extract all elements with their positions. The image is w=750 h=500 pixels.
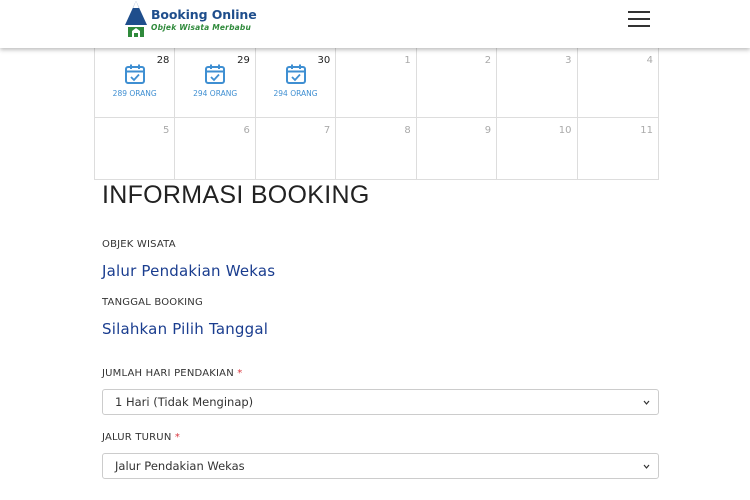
day-number: 7: [323, 125, 331, 136]
day-number: 30: [317, 55, 331, 66]
chevron-down-icon: [643, 400, 650, 405]
calendar-day-30[interactable]: 30 294 ORANG: [256, 48, 337, 117]
day-number: 8: [404, 125, 411, 136]
day-number: 9: [484, 125, 492, 136]
calendar-week-row: 28 289 ORANG 29 294 ORANG 30 294 ORANG 1…: [95, 48, 658, 118]
calendar-day-9: 9: [417, 118, 498, 179]
required-marker: *: [237, 368, 243, 379]
jalur-turun-select[interactable]: Jalur Pendakian Wekas: [102, 453, 659, 479]
jalur-turun-label-text: JALUR TURUN: [102, 432, 172, 443]
logo-title: Booking Online: [151, 7, 257, 22]
calendar-day-2: 2: [417, 48, 498, 117]
booking-calendar: 28 289 ORANG 29 294 ORANG 30 294 ORANG 1…: [94, 48, 659, 180]
quota-count: 294 ORANG: [273, 89, 318, 98]
mountain-logo-icon: [125, 1, 147, 37]
site-logo[interactable]: Booking Online Objek Wisata Merbabu: [124, 0, 257, 40]
objek-wisata-value: Jalur Pendakian Wekas: [102, 262, 276, 280]
site-header: Booking Online Objek Wisata Merbabu: [0, 0, 750, 48]
calendar-check-icon[interactable]: [285, 63, 307, 85]
day-number: 5: [163, 125, 170, 136]
jumlah-hari-select[interactable]: 1 Hari (Tidak Menginap): [102, 389, 659, 415]
day-number: 3: [565, 55, 572, 66]
calendar-day-28[interactable]: 28 289 ORANG: [95, 48, 176, 117]
calendar-check-icon[interactable]: [204, 63, 226, 85]
calendar-day-7: 7: [256, 118, 337, 179]
day-number: 1: [404, 55, 411, 66]
calendar-day-1: 1: [336, 48, 417, 117]
day-number: 2: [484, 55, 492, 66]
calendar-day-11: 11: [578, 118, 658, 179]
jumlah-hari-label-text: JUMLAH HARI PENDAKIAN: [102, 368, 234, 379]
required-marker: *: [174, 432, 181, 443]
logo-subtitle: Objek Wisata Merbabu: [151, 22, 252, 32]
hamburger-menu-icon[interactable]: [628, 11, 650, 29]
quota-count: 289 ORANG: [112, 89, 157, 98]
calendar-day-4: 4: [578, 48, 658, 117]
jalur-turun-selected: Jalur Pendakian Wekas: [115, 459, 245, 473]
tanggal-booking-label: TANGGAL BOOKING: [102, 297, 203, 308]
day-number: 4: [646, 55, 653, 66]
calendar-day-29[interactable]: 29 294 ORANG: [175, 48, 256, 117]
calendar-day-8: 8: [336, 118, 417, 179]
jumlah-hari-label: JUMLAH HARI PENDAKIAN *: [102, 368, 243, 379]
booking-info-title: INFORMASI BOOKING: [102, 181, 370, 209]
day-number: 11: [640, 125, 653, 136]
jalur-turun-label: JALUR TURUN *: [102, 432, 180, 443]
calendar-day-6: 6: [175, 118, 256, 179]
day-number: 6: [243, 125, 250, 136]
quota-count: 294 ORANG: [193, 89, 238, 98]
tanggal-booking-value: Silahkan Pilih Tanggal: [102, 320, 269, 338]
chevron-down-icon: [643, 464, 650, 469]
day-number: 10: [558, 125, 572, 136]
jumlah-hari-selected: 1 Hari (Tidak Menginap): [115, 395, 254, 409]
calendar-check-icon[interactable]: [124, 63, 146, 85]
objek-wisata-label: OBJEK WISATA: [102, 239, 176, 250]
calendar-day-3: 3: [497, 48, 578, 117]
day-number: 28: [156, 55, 170, 66]
calendar-day-5: 5: [95, 118, 176, 179]
calendar-day-10: 10: [497, 118, 578, 179]
day-number: 29: [237, 55, 250, 66]
calendar-week-row: 5 6 7 8 9 10 11: [95, 118, 658, 179]
